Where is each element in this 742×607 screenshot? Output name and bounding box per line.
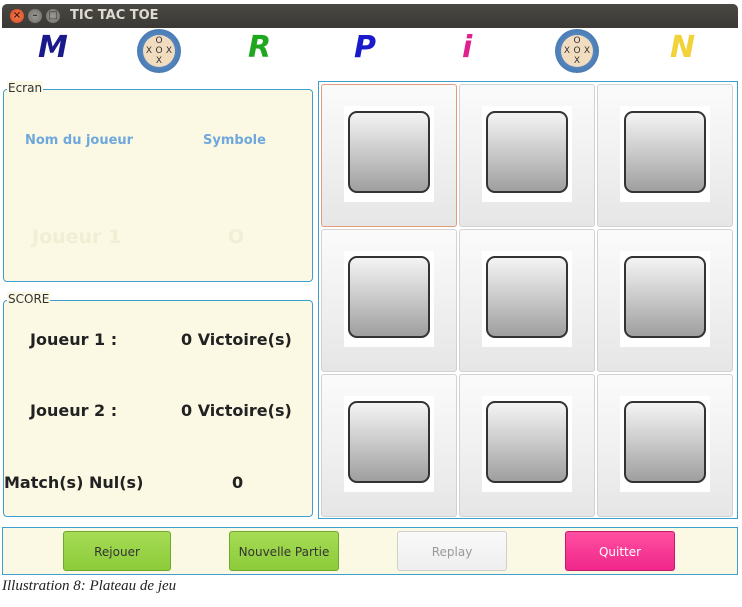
logo-cell [562,56,572,66]
current-player-symbol: O [228,226,245,248]
ecran-legend: Ecran [7,81,44,95]
banner-letter-p: P [354,30,376,65]
board-cell[interactable] [459,84,595,227]
logo-cell: O [573,36,581,46]
cell-square-icon [348,111,430,193]
figure-caption: Illustration 8: Plateau de jeu [2,578,177,594]
logo-cell: O [573,46,581,56]
draws-value: 0 [232,473,244,492]
cell-square-icon [348,401,430,483]
nouvelle-partie-button[interactable]: Nouvelle Partie [229,531,339,571]
logo-cell [164,56,174,66]
board-cell[interactable] [597,84,733,227]
cell-square-icon [624,401,706,483]
logo-cell [144,36,154,46]
logo-cell [562,36,572,46]
board-cell[interactable] [597,374,733,517]
board-cell[interactable] [459,229,595,372]
player2-score-value: 0 Victoire(s) [181,401,292,420]
logo-cell: X [155,56,163,66]
tictactoe-logo-icon: O X O X X [137,29,181,73]
window-titlebar: × – □ TIC TAC TOE [2,4,738,28]
score-panel: SCORE Joueur 1 : 0 Victoire(s) Joueur 2 … [3,292,313,517]
board-cell[interactable] [597,229,733,372]
ecran-panel: Ecran Nom du joueur Symbole Joueur 1 O [3,81,313,282]
banner-letter-m: M [38,30,68,65]
player-name-header: Nom du joueur [25,133,134,148]
window-maximize-icon[interactable]: □ [46,9,60,23]
board-cell[interactable] [321,84,457,227]
logo-cell: O [155,36,163,46]
logo-cell [582,56,592,66]
game-board [318,81,738,519]
banner-letter-i: i [462,30,473,65]
logo-cell: X [563,46,571,56]
logo-cell [164,36,174,46]
window-minimize-icon[interactable]: – [28,9,42,23]
draws-label: Match(s) Nul(s) [4,473,144,492]
cell-square-icon [486,401,568,483]
player1-score-value: 0 Victoire(s) [181,330,292,349]
board-cell[interactable] [459,374,595,517]
player2-score-label: Joueur 2 : [30,401,118,420]
cell-square-icon [624,111,706,193]
logo-cell: X [573,56,581,66]
score-legend: SCORE [7,292,51,306]
logo-cell: X [165,46,173,56]
logo-cell [582,36,592,46]
player1-score-label: Joueur 1 : [30,330,118,349]
rejouer-button[interactable]: Rejouer [63,531,171,571]
cell-square-icon [624,256,706,338]
window-close-icon[interactable]: × [10,9,24,23]
quitter-button[interactable]: Quitter [565,531,675,571]
window-title: TIC TAC TOE [70,8,159,23]
action-bar: Rejouer Nouvelle Partie Replay Quitter [2,527,738,575]
replay-button[interactable]: Replay [397,531,507,571]
cell-square-icon [348,256,430,338]
logo-cell [144,56,154,66]
board-cell[interactable] [321,229,457,372]
logo-cell: O [155,46,163,56]
board-cell[interactable] [321,374,457,517]
symbol-header: Symbole [203,133,266,148]
banner-letter-r: R [248,30,272,65]
banner: M O X O X X R P i O X O X X N [2,28,738,74]
tictactoe-logo-icon: O X O X X [555,29,599,73]
logo-cell: X [583,46,591,56]
banner-letter-n: N [670,30,696,65]
cell-square-icon [486,256,568,338]
cell-square-icon [486,111,568,193]
current-player-name: Joueur 1 [32,226,122,248]
logo-cell: X [145,46,153,56]
